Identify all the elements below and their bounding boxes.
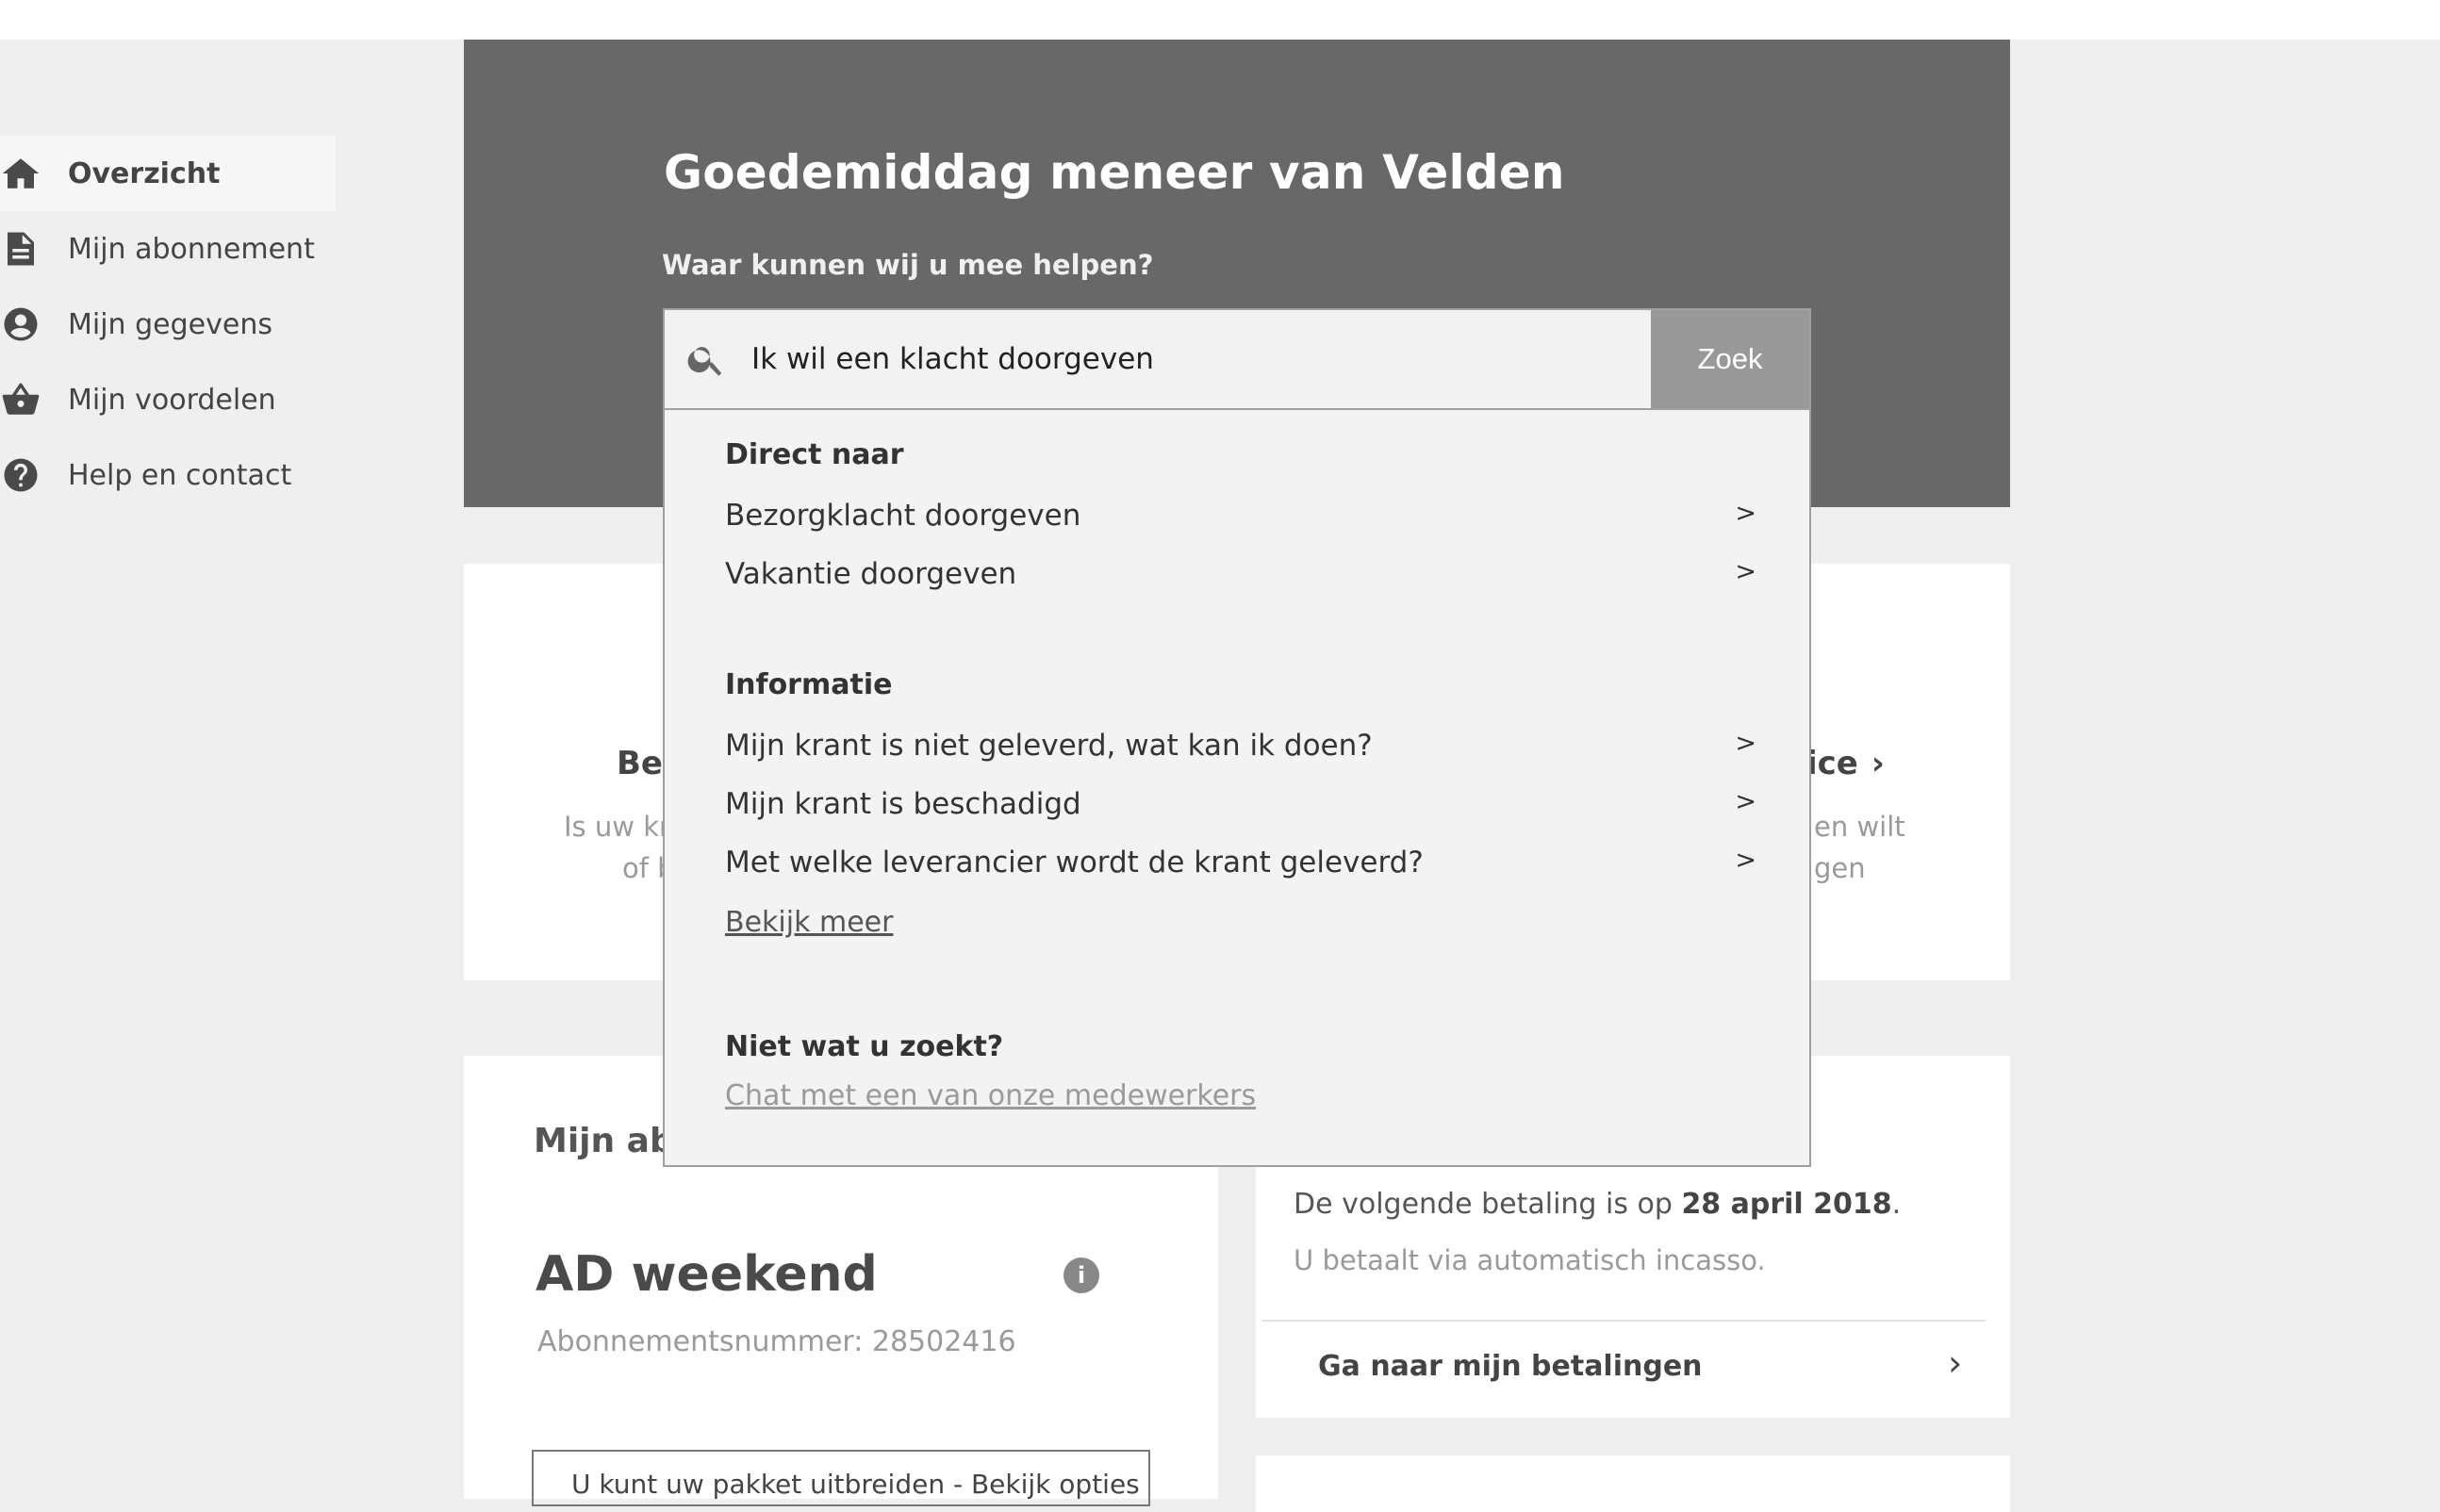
sidebar-item-abonnement[interactable]: Mijn abonnement [0, 211, 336, 287]
upgrade-package-text: U kunt uw pakket uitbreiden - Bekijk opt… [571, 1469, 1140, 1500]
direct-heading: Direct naar [725, 438, 904, 471]
subscription-number: Abonnementsnummer: 28502416 [537, 1325, 1016, 1358]
document-icon [0, 228, 41, 270]
help-icon [0, 454, 41, 496]
upgrade-package-box[interactable]: U kunt uw pakket uitbreiden - Bekijk opt… [532, 1450, 1150, 1506]
feature-right-title-label: ice [1806, 745, 1858, 782]
sidebar-item-help[interactable]: Help en contact [0, 437, 336, 513]
user-icon [0, 304, 41, 345]
sidebar-item-label: Mijn voordelen [68, 383, 276, 417]
next-payment-date: 28 april 2018 [1681, 1188, 1892, 1221]
search-input[interactable] [751, 333, 1600, 386]
top-bar [0, 0, 2440, 40]
divider [1261, 1320, 1986, 1322]
greeting-title: Goedemiddag meneer van Velden [664, 145, 1565, 200]
sidebar-item-label: Help en contact [68, 458, 292, 492]
suggestion-item[interactable]: Met welke leverancier wordt de krant gel… [725, 846, 1756, 879]
suggestion-item[interactable]: Mijn krant is niet geleverd, wat kan ik … [725, 729, 1756, 763]
feature-right-title[interactable]: ice › [1806, 745, 1885, 782]
chevron-right-icon: > [1735, 729, 1756, 758]
next-payment-text: De volgende betaling is op 28 april 2018… [1294, 1188, 1902, 1221]
suggestion-item[interactable]: Vakantie doorgeven > [725, 557, 1756, 591]
search-icon [685, 338, 727, 380]
chat-link[interactable]: Chat met een van onze medewerkers [725, 1079, 1256, 1112]
help-question: Waar kunnen wij u mee helpen? [662, 249, 1154, 281]
chevron-right-icon: › [1871, 745, 1885, 782]
sidebar-item-overzicht[interactable]: Overzicht [0, 136, 336, 211]
sidebar-item-gegevens[interactable]: Mijn gegevens [0, 287, 336, 362]
sidebar-item-label: Overzicht [68, 156, 221, 190]
chevron-right-icon[interactable]: › [1948, 1342, 1962, 1384]
chevron-right-icon: > [1735, 557, 1756, 586]
feature-right-text: en wilt [1814, 811, 1905, 843]
view-more-link[interactable]: Bekijk meer [725, 906, 893, 939]
sidebar-item-label: Mijn gegevens [68, 307, 272, 341]
feature-right-text: gen [1814, 852, 1866, 884]
sidebar-item-voordelen[interactable]: Mijn voordelen [0, 362, 336, 437]
not-found-heading: Niet wat u zoekt? [725, 1030, 1004, 1063]
search-bar: Zoek [663, 308, 1811, 410]
extra-card [1256, 1455, 2010, 1512]
chevron-right-icon: > [1735, 787, 1756, 816]
payment-method-text: U betaalt via automatisch incasso. [1294, 1244, 1766, 1276]
info-icon[interactable]: i [1063, 1257, 1099, 1293]
chevron-right-icon: > [1735, 846, 1756, 875]
payments-link[interactable]: Ga naar mijn betalingen [1318, 1350, 1703, 1383]
suggestion-item[interactable]: Bezorgklacht doorgeven > [725, 499, 1756, 533]
sidebar-item-label: Mijn abonnement [68, 232, 315, 266]
home-icon [0, 153, 41, 194]
basket-icon [0, 379, 41, 420]
feature-left-text: Is uw kr [564, 811, 670, 843]
sidebar-nav: Overzicht Mijn abonnement Mijn gegevens … [0, 136, 336, 513]
search-suggestions: Direct naar Bezorgklacht doorgeven > Vaka… [663, 410, 1811, 1167]
suggestion-item[interactable]: Mijn krant is beschadigd > [725, 787, 1756, 821]
info-heading: Informatie [725, 668, 893, 701]
subscription-name: AD weekend [536, 1246, 878, 1303]
search-button[interactable]: Zoek [1651, 310, 1809, 408]
chevron-right-icon: > [1735, 499, 1756, 528]
